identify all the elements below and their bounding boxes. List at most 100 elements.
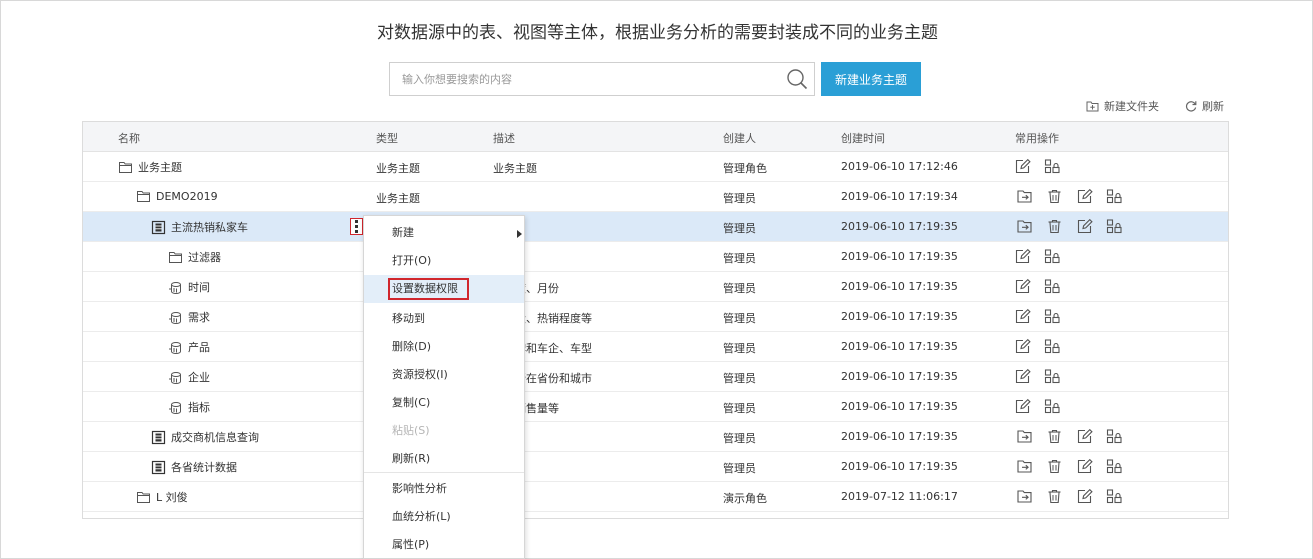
dimension-icon — [168, 340, 183, 355]
refresh-icon — [1185, 101, 1197, 112]
permission-icon[interactable] — [1044, 248, 1061, 265]
table-row[interactable]: 需求 预算段、热销程度等 管理员 2019-06-10 17:19:35 — [83, 302, 1228, 332]
table-row[interactable]: 各省统计数据 管理员 2019-06-10 17:19:35 — [83, 452, 1228, 482]
context-menu-item[interactable]: 删除(D) — [364, 333, 524, 361]
delete-icon[interactable] — [1046, 218, 1063, 235]
row-name-label: 各省统计数据 — [171, 461, 237, 474]
row-created-time: 2019-06-10 17:19:35 — [841, 310, 958, 323]
row-name[interactable]: DEMO2019 — [136, 189, 218, 204]
more-actions-icon[interactable] — [350, 218, 363, 235]
permission-icon[interactable] — [1044, 278, 1061, 295]
delete-icon[interactable] — [1046, 488, 1063, 505]
row-name[interactable]: 企业 — [168, 369, 210, 385]
table-row[interactable]: 企业 总部所在省份和城市 管理员 2019-06-10 17:19:35 — [83, 362, 1228, 392]
table-row[interactable]: 时间 、季度、月份 管理员 2019-06-10 17:19:35 — [83, 272, 1228, 302]
move-icon[interactable] — [1016, 488, 1033, 505]
move-icon[interactable] — [1016, 428, 1033, 445]
delete-icon[interactable] — [1046, 428, 1063, 445]
row-actions — [1016, 458, 1136, 475]
search-input[interactable] — [390, 63, 780, 95]
row-actions — [1016, 218, 1136, 235]
row-name[interactable]: 需求 — [168, 309, 210, 325]
row-name[interactable]: 过滤器 — [168, 249, 221, 265]
edit-icon[interactable] — [1076, 428, 1093, 445]
edit-icon[interactable] — [1014, 368, 1031, 385]
context-menu-item[interactable]: 影响性分析 — [364, 475, 524, 503]
context-menu-item[interactable]: 设置数据权限 — [364, 275, 524, 303]
row-created-time: 2019-06-10 17:19:35 — [841, 340, 958, 353]
row-name[interactable]: 时间 — [168, 279, 210, 295]
edit-icon[interactable] — [1014, 308, 1031, 325]
folder-icon — [136, 189, 151, 204]
context-menu-item[interactable]: 血统分析(L) — [364, 503, 524, 531]
permission-icon[interactable] — [1106, 428, 1123, 445]
permission-icon[interactable] — [1106, 488, 1123, 505]
new-subject-button[interactable]: 新建业务主题 — [821, 62, 921, 96]
permission-icon[interactable] — [1106, 218, 1123, 235]
edit-icon[interactable] — [1076, 218, 1093, 235]
table-row[interactable]: DEMO2019 业务主题 管理员 2019-06-10 17:19:34 — [83, 182, 1228, 212]
edit-icon[interactable] — [1076, 488, 1093, 505]
subject-icon — [151, 430, 166, 445]
row-creator: 管理员 — [723, 192, 756, 205]
edit-icon[interactable] — [1014, 398, 1031, 415]
context-menu-item[interactable]: 属性(P) — [364, 531, 524, 559]
edit-icon[interactable] — [1076, 188, 1093, 205]
row-name-label: 成交商机信息查询 — [171, 431, 259, 444]
table-row[interactable]: 产品 、品牌和车企、车型 管理员 2019-06-10 17:19:35 — [83, 332, 1228, 362]
move-icon[interactable] — [1016, 188, 1033, 205]
row-creator: 管理员 — [723, 462, 756, 475]
context-menu-item[interactable]: 复制(C) — [364, 389, 524, 417]
table-row[interactable]: L 刘俊 演示角色 2019-07-12 11:06:17 — [83, 482, 1228, 512]
row-creator: 管理员 — [723, 312, 756, 325]
table-row[interactable]: 成交商机信息查询 管理员 2019-06-10 17:19:35 — [83, 422, 1228, 452]
context-menu-item[interactable]: 移动到 — [364, 305, 524, 333]
permission-icon[interactable] — [1044, 308, 1061, 325]
table-row[interactable]: 业务主题 业务主题 业务主题 管理角色 2019-06-10 17:12:46 — [83, 152, 1228, 182]
edit-icon[interactable] — [1014, 158, 1031, 175]
context-menu-item[interactable]: 资源授权(I) — [364, 361, 524, 389]
move-icon[interactable] — [1016, 218, 1033, 235]
permission-icon[interactable] — [1106, 188, 1123, 205]
delete-icon[interactable] — [1046, 188, 1063, 205]
dimension-icon — [168, 370, 183, 385]
row-name-label: 主流热销私家车 — [171, 221, 248, 234]
column-header-created-time: 创建时间 — [841, 132, 885, 145]
edit-icon[interactable] — [1014, 278, 1031, 295]
row-name[interactable]: L 刘俊 — [136, 489, 188, 505]
row-name[interactable]: 业务主题 — [118, 159, 182, 175]
table-row[interactable]: 主流热销私家车 管理员 2019-06-10 17:19:35 — [83, 212, 1228, 242]
delete-icon[interactable] — [1046, 458, 1063, 475]
edit-icon[interactable] — [1014, 338, 1031, 355]
row-name-label: 业务主题 — [138, 161, 182, 174]
context-menu-item[interactable]: 打开(O) — [364, 247, 524, 275]
row-name[interactable]: 指标 — [168, 399, 210, 415]
dimension-icon — [168, 280, 183, 295]
new-folder-button[interactable]: 新建文件夹 — [1086, 98, 1159, 114]
move-icon[interactable] — [1016, 458, 1033, 475]
permission-icon[interactable] — [1044, 398, 1061, 415]
row-name-label: 过滤器 — [188, 251, 221, 264]
table-row[interactable]: 过滤器器管理员2019-06-10 17:19:35 — [83, 242, 1228, 272]
table-row[interactable]: 指标 汉、销售量等 管理员 2019-06-10 17:19:35 — [83, 392, 1228, 422]
refresh-button[interactable]: 刷新 — [1185, 98, 1224, 114]
refresh-label: 刷新 — [1202, 100, 1224, 113]
permission-icon[interactable] — [1044, 338, 1061, 355]
row-created-time: 2019-06-10 17:19:35 — [841, 220, 958, 233]
edit-icon[interactable] — [1076, 458, 1093, 475]
context-menu-item[interactable]: 刷新(R) — [364, 445, 524, 473]
context-menu-item-label: 资源授权(I) — [392, 368, 448, 381]
row-name[interactable]: 产品 — [168, 339, 210, 355]
row-name[interactable]: 各省统计数据 — [151, 459, 237, 475]
permission-icon[interactable] — [1044, 368, 1061, 385]
dimension-icon — [168, 400, 183, 415]
permission-icon[interactable] — [1106, 458, 1123, 475]
row-created-time: 2019-06-10 17:19:35 — [841, 430, 958, 443]
search-icon[interactable] — [786, 68, 808, 90]
context-menu-item[interactable]: 新建 — [364, 219, 524, 247]
column-header-actions: 常用操作 — [1015, 132, 1059, 145]
row-name[interactable]: 主流热销私家车 — [151, 219, 248, 235]
row-name[interactable]: 成交商机信息查询 — [151, 429, 259, 445]
edit-icon[interactable] — [1014, 248, 1031, 265]
permission-icon[interactable] — [1044, 158, 1061, 175]
